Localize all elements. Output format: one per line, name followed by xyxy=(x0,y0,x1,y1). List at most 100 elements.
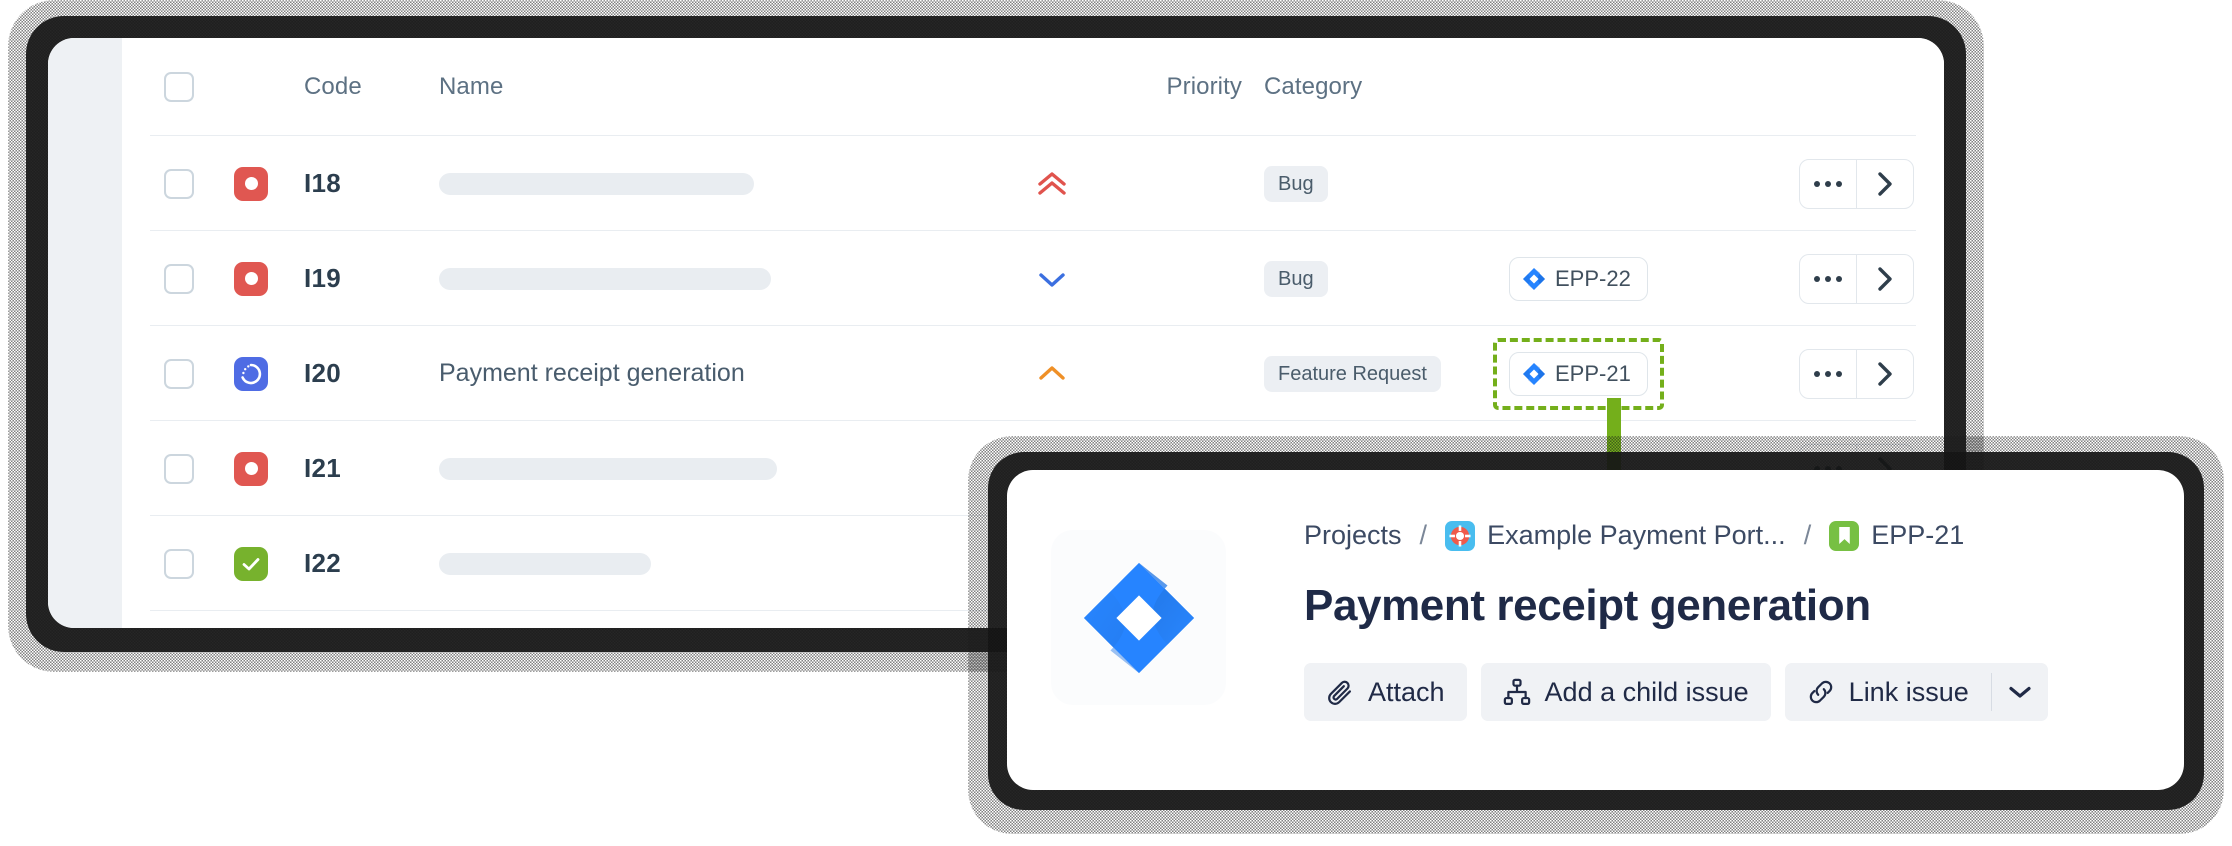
jira-diamond-icon xyxy=(1523,362,1545,385)
row-action-group xyxy=(1799,158,1914,209)
row-checkbox[interactable] xyxy=(164,548,194,579)
row-action-group xyxy=(1799,348,1914,399)
row-more-button[interactable] xyxy=(1800,255,1856,303)
breadcrumb: Projects / Example Payment Port... / EPP… xyxy=(1304,520,2140,551)
link-chain-icon xyxy=(1809,680,1832,704)
row-checkbox[interactable] xyxy=(164,358,194,389)
row-actions-cell xyxy=(1764,158,1914,209)
issue-action-bar: Attach Add a child issue Link issue xyxy=(1304,663,2140,721)
link-issue-button[interactable]: Link issue xyxy=(1785,663,1991,721)
row-status-cell xyxy=(234,261,304,296)
hierarchy-icon xyxy=(1503,678,1530,706)
status-blocked-icon xyxy=(234,451,268,486)
more-actions-dropdown-button[interactable] xyxy=(1992,663,2048,721)
table-row[interactable]: I18 Bug xyxy=(122,136,1944,231)
card-inner: Projects / Example Payment Port... / EPP… xyxy=(1007,470,2184,790)
row-select-cell xyxy=(164,168,234,199)
breadcrumb-projects-link[interactable]: Projects xyxy=(1304,520,1402,551)
column-header-priority[interactable]: Priority xyxy=(1037,73,1264,101)
status-blocked-icon xyxy=(234,166,268,201)
attach-button-label: Attach xyxy=(1368,676,1445,707)
row-status-cell xyxy=(234,451,304,486)
row-open-button[interactable] xyxy=(1856,159,1913,208)
linked-issue-chip[interactable]: EPP-21 xyxy=(1509,351,1648,396)
lifebuoy-glyph xyxy=(1449,524,1471,547)
row-action-group xyxy=(1799,253,1914,304)
row-category-cell: Feature Request xyxy=(1264,355,1509,392)
table-row[interactable]: I19 Bug EPP-22 xyxy=(122,231,1944,326)
column-header-category[interactable]: Category xyxy=(1264,73,1509,101)
select-all-cell xyxy=(164,72,234,102)
name-placeholder-bar xyxy=(439,552,651,575)
row-select-cell xyxy=(164,548,234,579)
row-category-cell: Bug xyxy=(1264,260,1509,297)
row-priority-cell xyxy=(1037,364,1264,384)
row-name: Payment receipt generation xyxy=(439,359,745,387)
column-header-code[interactable]: Code xyxy=(304,73,439,101)
breadcrumb-separator: / xyxy=(1803,520,1812,550)
row-actions-cell xyxy=(1764,253,1914,304)
jira-logo xyxy=(1051,530,1226,705)
row-more-button[interactable] xyxy=(1800,350,1856,398)
breadcrumb-issue-key[interactable]: EPP-21 xyxy=(1871,520,1964,551)
row-status-cell xyxy=(234,166,304,201)
spinner-icon xyxy=(241,363,262,384)
status-blocked-icon xyxy=(234,261,268,296)
row-link-cell: EPP-21 xyxy=(1493,337,1764,410)
row-select-cell xyxy=(164,358,234,389)
row-checkbox[interactable] xyxy=(164,263,194,294)
breadcrumb-project-link[interactable]: Example Payment Port... xyxy=(1487,520,1786,551)
row-code-cell: I19 xyxy=(304,263,439,294)
row-checkbox[interactable] xyxy=(164,168,194,199)
more-dots-icon xyxy=(1814,275,1842,282)
category-badge: Feature Request xyxy=(1264,355,1441,392)
status-dot xyxy=(244,272,258,285)
name-placeholder-bar xyxy=(439,267,771,290)
row-more-button[interactable] xyxy=(1800,160,1856,208)
category-badge: Bug xyxy=(1264,260,1328,297)
epic-bookmark-icon xyxy=(1829,520,1860,551)
chevron-double-up-icon xyxy=(1038,171,1066,195)
jira-diamond-icon xyxy=(1523,267,1545,290)
name-placeholder-bar xyxy=(439,172,754,195)
column-header-name[interactable]: Name xyxy=(439,73,1037,101)
row-select-cell xyxy=(164,453,234,484)
linked-issue-key: EPP-22 xyxy=(1555,265,1631,291)
row-code-cell: I21 xyxy=(304,453,439,484)
attach-button[interactable]: Attach xyxy=(1304,663,1467,721)
card-body: Projects / Example Payment Port... / EPP… xyxy=(1226,520,2140,740)
row-code-cell: I18 xyxy=(304,168,439,199)
status-dot xyxy=(244,177,258,190)
row-name-cell: Payment receipt generation xyxy=(439,359,1037,388)
issue-title: Payment receipt generation xyxy=(1304,581,1871,630)
chevron-right-icon xyxy=(1878,266,1892,291)
more-dots-icon xyxy=(1814,180,1842,187)
chevron-up-icon xyxy=(1039,365,1065,380)
row-select-cell xyxy=(164,263,234,294)
row-status-cell xyxy=(234,546,304,581)
status-done-icon xyxy=(234,546,268,581)
row-priority-cell xyxy=(1037,171,1264,197)
add-child-issue-button[interactable]: Add a child issue xyxy=(1480,663,1771,721)
row-code: I19 xyxy=(304,263,342,293)
select-all-checkbox[interactable] xyxy=(164,72,194,102)
more-dots-icon xyxy=(1814,370,1842,377)
row-open-button[interactable] xyxy=(1856,349,1913,398)
row-name-cell xyxy=(439,267,1037,290)
row-status-cell xyxy=(234,356,304,391)
chevron-down-icon xyxy=(2009,686,2031,698)
row-checkbox[interactable] xyxy=(164,453,194,484)
row-code: I21 xyxy=(304,453,342,483)
linked-issue-chip-wrapper: EPP-21 xyxy=(1493,337,1664,410)
row-name-cell xyxy=(439,457,1037,480)
link-issue-button-group: Link issue xyxy=(1784,663,2049,721)
row-category-cell: Bug xyxy=(1264,165,1509,202)
table-row[interactable]: I20 Payment receipt generation Feature R… xyxy=(122,326,1944,421)
check-icon xyxy=(242,557,260,570)
jira-logo-icon xyxy=(1083,562,1194,673)
row-code-cell: I20 xyxy=(304,358,439,389)
row-code-cell: I22 xyxy=(304,548,439,579)
row-name-cell xyxy=(439,172,1037,195)
linked-issue-chip[interactable]: EPP-22 xyxy=(1509,256,1648,301)
row-open-button[interactable] xyxy=(1856,254,1913,303)
